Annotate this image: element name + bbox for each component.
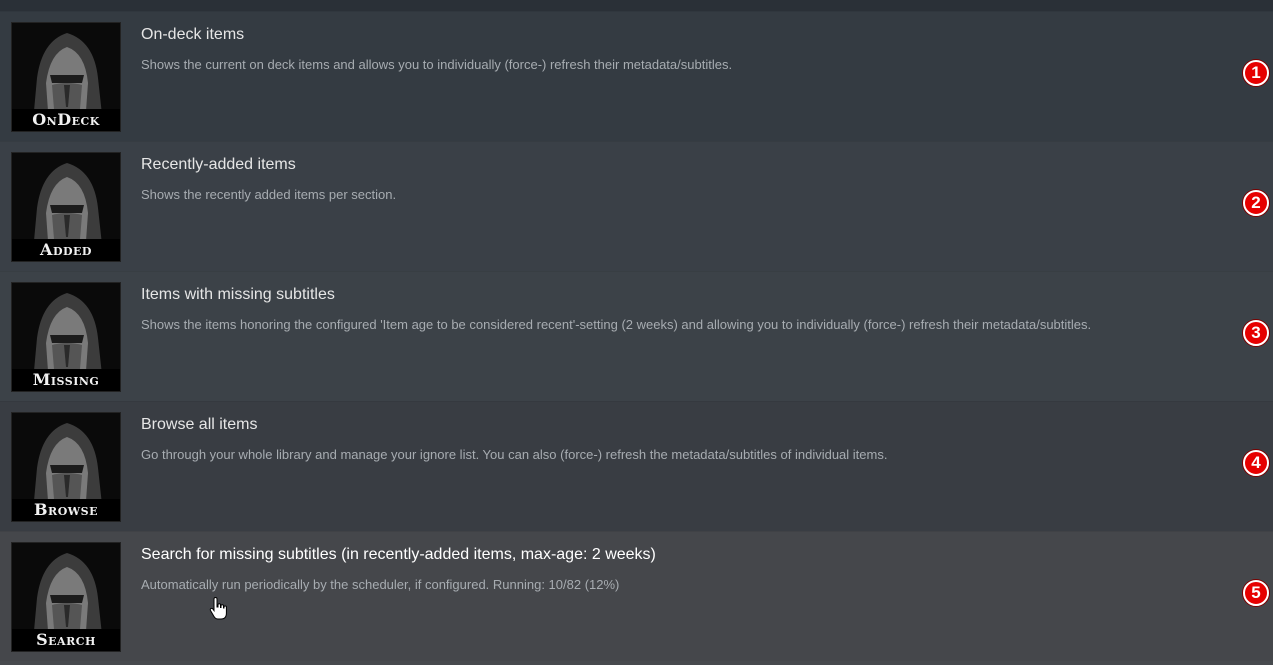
ondeck-thumbnail-label: OnDeck [12,109,120,131]
browse-title: Browse all items [141,416,258,433]
search-description: Automatically run periodically by the sc… [141,577,620,592]
menu-list: OnDeck On-deck items Shows the current o… [0,11,1273,661]
added-thumbnail-label: Added [12,239,120,261]
ondeck-description: Shows the current on deck items and allo… [141,57,733,72]
menu-item-search[interactable]: Search Search for missing subtitles (in … [0,531,1273,661]
menu-item-ondeck[interactable]: OnDeck On-deck items Shows the current o… [0,11,1273,141]
hand-pointer-icon [208,596,228,626]
menu-item-added[interactable]: Added Recently-added items Shows the rec… [0,141,1273,271]
menu-item-browse[interactable]: Browse Browse all items Go through your … [0,401,1273,531]
missing-thumbnail-label: Missing [12,369,120,391]
browse-description: Go through your whole library and manage… [141,447,888,462]
number-badge-3: 3 [1243,320,1269,346]
added-thumbnail: Added [11,152,121,262]
browse-thumbnail: Browse [11,412,121,522]
search-thumbnail: Search [11,542,121,652]
added-description: Shows the recently added items per secti… [141,187,397,202]
ondeck-thumbnail: OnDeck [11,22,121,132]
missing-description: Shows the items honoring the configured … [141,317,1092,332]
number-badge-2: 2 [1243,190,1269,216]
number-badge-1: 1 [1243,60,1269,86]
number-badge-4: 4 [1243,450,1269,476]
missing-title: Items with missing subtitles [141,286,335,303]
search-thumbnail-label: Search [12,629,120,651]
browse-thumbnail-label: Browse [12,499,120,521]
ondeck-title: On-deck items [141,26,245,43]
number-badge-5: 5 [1243,580,1269,606]
top-bar [0,0,1273,11]
missing-thumbnail: Missing [11,282,121,392]
added-title: Recently-added items [141,156,296,173]
search-title: Search for missing subtitles (in recentl… [141,546,656,563]
menu-item-missing[interactable]: Missing Items with missing subtitles Sho… [0,271,1273,401]
